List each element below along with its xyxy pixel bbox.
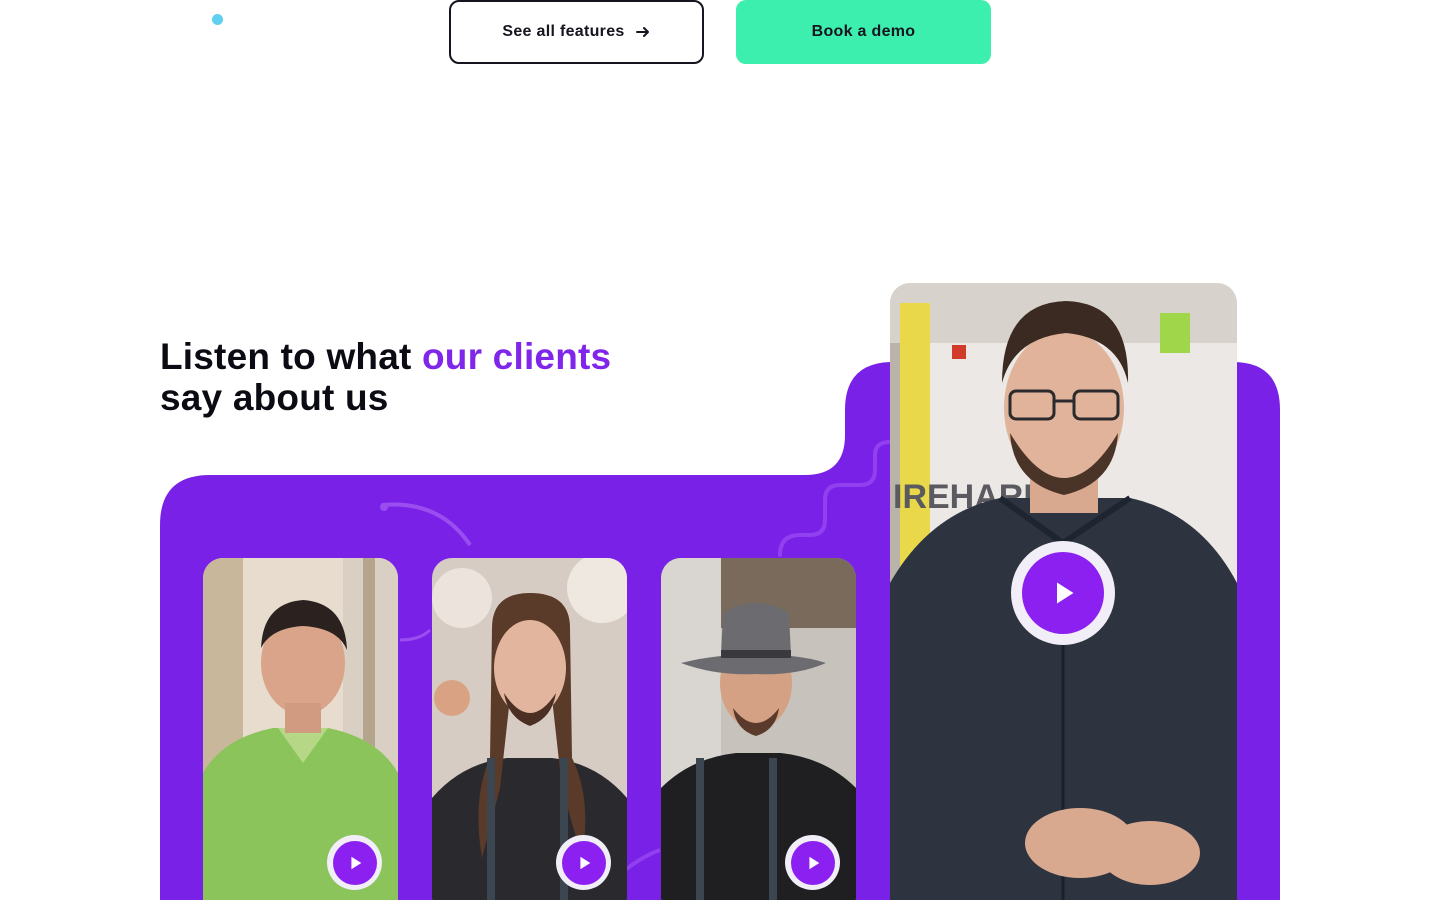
book-demo-button[interactable]: Book a demo [736,0,991,64]
testimonial-video-card-2[interactable] [432,558,627,900]
decorative-dot [212,14,223,25]
featured-testimonial-video[interactable]: IREHARD [890,283,1237,900]
play-icon [1057,582,1074,604]
play-button[interactable] [556,835,611,890]
see-all-features-button[interactable]: See all features [449,0,704,64]
play-button[interactable] [327,835,382,890]
featured-play-button[interactable] [1011,541,1115,645]
book-demo-label: Book a demo [811,23,916,40]
heading-part-2: say about us [160,377,389,418]
testimonial-video-card-1[interactable] [203,558,398,900]
heading-part-1: Listen to what [160,336,422,377]
heading-accent: our clients [422,336,612,377]
see-all-features-label: See all features [502,23,625,40]
testimonials-heading: Listen to what our clients say about us [160,336,611,418]
testimonial-video-card-3[interactable] [661,558,856,900]
play-button[interactable] [785,835,840,890]
play-icon [350,856,361,869]
play-icon [579,856,590,869]
arrow-right-icon [635,27,649,37]
play-icon [808,856,819,869]
